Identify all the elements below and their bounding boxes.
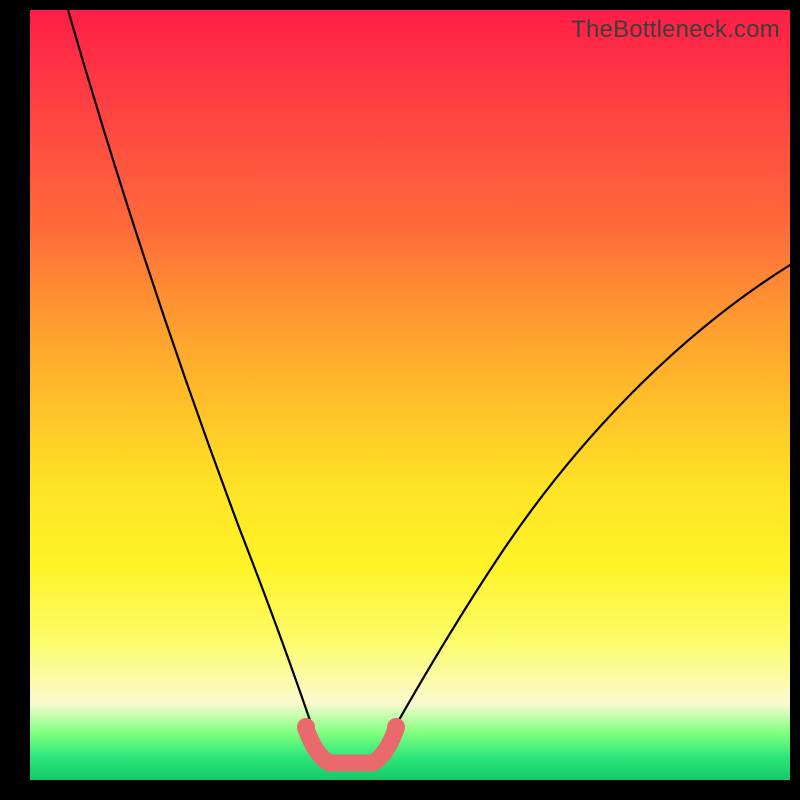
chart-frame: TheBottleneck.com [0, 0, 800, 800]
optimal-zone-highlight [306, 729, 396, 763]
bottleneck-curve [30, 10, 790, 780]
optimal-zone-dot-right [387, 718, 405, 736]
curve-left-branch [68, 10, 320, 750]
gradient-plot-area: TheBottleneck.com [30, 10, 790, 780]
optimal-zone-dot-left [297, 718, 315, 736]
curve-right-branch [382, 265, 790, 750]
